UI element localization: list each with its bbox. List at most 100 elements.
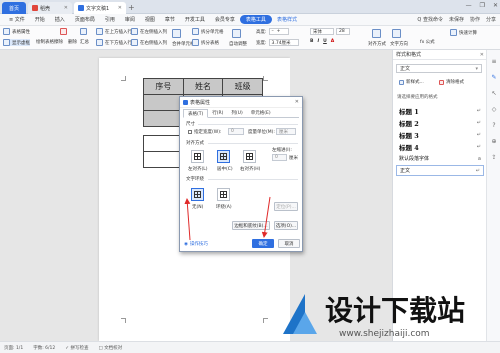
autofit-label-btn[interactable]: 自动调整 (229, 41, 247, 47)
menu-page-layout[interactable]: 页面布局 (70, 16, 100, 23)
style-default-font[interactable]: 默认段落字体 a (396, 153, 484, 164)
align-label-btn[interactable]: 对齐方式 (368, 41, 386, 47)
delete-label-btn[interactable]: 删除 (68, 39, 77, 45)
erase-button[interactable]: 擦除 (54, 39, 63, 45)
row-height-control[interactable]: 高度: – + (256, 28, 289, 35)
tab-docer[interactable]: 稻壳 ✕ (28, 2, 72, 14)
tab-document[interactable]: 文字文稿1 ✕ (74, 2, 126, 14)
zoom-icon[interactable]: ⊕ (490, 138, 498, 146)
menu-insert[interactable]: 插入 (50, 16, 70, 23)
font-color-icon[interactable]: A (331, 39, 334, 44)
align-center-option[interactable] (217, 150, 230, 163)
bold-icon[interactable]: B (310, 39, 313, 44)
col-width-control[interactable]: 宽度: 3.74厘米 (256, 39, 299, 46)
position-button[interactable]: 定位(P)... (274, 202, 298, 211)
unit-select[interactable]: 厘米 (276, 128, 296, 135)
insert-row-above-button[interactable]: 在上方插入行 (96, 28, 132, 35)
shape-icon[interactable]: ◇ (490, 106, 498, 114)
menu-file[interactable]: ≡ 文件 (4, 16, 30, 23)
close-icon[interactable]: ✕ (118, 5, 122, 11)
align-right-option[interactable] (243, 150, 256, 163)
split-table-button[interactable]: 拆分表格 (192, 39, 219, 46)
select-icon[interactable]: ↖ (490, 90, 498, 98)
tab-home[interactable]: 首页 (2, 2, 26, 14)
page-count[interactable]: 页面: 1/1 (4, 345, 23, 351)
menu-table-tools[interactable]: 表格工具 (239, 15, 272, 24)
underline-icon[interactable]: U (323, 39, 327, 44)
autofit-button[interactable] (232, 29, 241, 38)
proofread[interactable]: □ 文档校对 (98, 345, 122, 351)
share-button[interactable]: 分享 (486, 16, 496, 23)
show-gridlines-button[interactable]: 显示虚框 (3, 39, 30, 46)
insert-col-right-button[interactable]: 在右侧插入列 (131, 39, 167, 46)
text-direction-button[interactable] (392, 29, 401, 38)
insert-row-below-button[interactable]: 在下方插入行 (96, 39, 132, 46)
style-heading-4[interactable]: 标题 4 ↵ (396, 141, 484, 152)
menu-home[interactable]: 开始 (30, 16, 50, 23)
menu-review[interactable]: 审阅 (120, 16, 140, 23)
insert-col-left-button[interactable]: 在左侧插入列 (131, 28, 167, 35)
quick-calc-button[interactable]: 快速计算 (450, 29, 477, 36)
tab-table[interactable]: 表格(T) (183, 109, 209, 118)
minimize-icon[interactable]: — (466, 2, 472, 9)
options-button[interactable]: 选项(O)... (274, 221, 298, 230)
width-input[interactable]: 3.74厘米 (268, 39, 299, 46)
menu-table-style[interactable]: 表格样式 (272, 16, 302, 23)
cancel-button[interactable]: 取消 (278, 239, 300, 248)
table-properties-button[interactable]: 表格属性 (3, 28, 30, 35)
menu-developer[interactable]: 开发工具 (180, 16, 210, 23)
align-button[interactable] (372, 29, 381, 38)
save-status[interactable]: 未保存 (449, 16, 464, 23)
height-input[interactable]: – + (268, 28, 289, 35)
maximize-icon[interactable]: ❐ (480, 2, 485, 9)
clear-format-button[interactable]: 清除格式 (439, 78, 464, 86)
new-tab-button[interactable]: + (128, 3, 135, 12)
word-count[interactable]: 字数: 6/12 (33, 345, 55, 351)
width-checkbox-row[interactable]: 指定宽度(W): (188, 129, 221, 135)
table-cell[interactable]: 序号 (143, 78, 184, 95)
menu-section[interactable]: 章节 (160, 16, 180, 23)
current-style-select[interactable]: 正文 ▾ (396, 64, 482, 73)
width-checkbox[interactable] (188, 130, 192, 134)
summary-label-btn[interactable]: 汇总 (80, 39, 89, 45)
merge-cells-button[interactable] (172, 29, 181, 38)
tab-cell[interactable]: 单元格(E) (247, 109, 275, 117)
style-heading-1[interactable]: 标题 1 ↵ (396, 105, 484, 116)
formula-button[interactable]: fx 公式 (420, 39, 435, 45)
settings-icon[interactable]: ≡ (490, 58, 498, 66)
style-heading-2[interactable]: 标题 2 ↵ (396, 117, 484, 128)
tab-row[interactable]: 行(R) (208, 109, 227, 117)
font-size-select[interactable]: 28 (336, 28, 350, 35)
delete-button[interactable] (60, 28, 67, 35)
share-icon[interactable]: ⇪ (490, 154, 498, 162)
table-cell[interactable]: 班级 (222, 78, 263, 95)
new-style-button[interactable]: 新样式... (399, 78, 424, 86)
text-direction-label-btn[interactable]: 文字方向 (390, 41, 408, 47)
close-icon[interactable]: ✕ (64, 5, 68, 11)
table-cell[interactable]: 姓名 (182, 78, 224, 95)
borders-shading-button[interactable]: 边框和底纹(B)... (232, 221, 270, 230)
help-icon[interactable]: ? (490, 122, 498, 130)
draw-table-button[interactable]: 绘制表格 (36, 39, 54, 45)
style-heading-3[interactable]: 标题 3 ↵ (396, 129, 484, 140)
split-cells-button[interactable]: 拆分单元格 (192, 28, 224, 35)
tips-link[interactable]: ◉ 操作技巧 (184, 241, 208, 248)
table-cell[interactable] (143, 110, 184, 127)
table-cell[interactable] (143, 94, 184, 111)
style-brush-icon[interactable]: ✎ (490, 74, 498, 82)
collab-button[interactable]: 协作 (470, 16, 480, 23)
menu-member[interactable]: 会员专享 (210, 16, 240, 23)
font-name-select[interactable]: 宋体 (310, 28, 334, 35)
summary-button[interactable] (80, 28, 87, 35)
menu-references[interactable]: 引用 (100, 16, 120, 23)
tab-column[interactable]: 列(U) (227, 109, 246, 117)
italic-icon[interactable]: I (317, 39, 319, 44)
panel-close-icon[interactable]: ✕ (480, 52, 484, 58)
width-input[interactable]: 0 (228, 128, 244, 135)
style-normal[interactable]: 正文 ↵ (396, 165, 484, 176)
wrap-around-option[interactable] (217, 188, 230, 201)
close-window-icon[interactable]: ✕ (493, 2, 498, 9)
indent-input[interactable]: 0 (272, 154, 287, 161)
wrap-none-option[interactable] (191, 188, 204, 201)
spell-check[interactable]: ✓ 拼写检查 (65, 345, 88, 351)
